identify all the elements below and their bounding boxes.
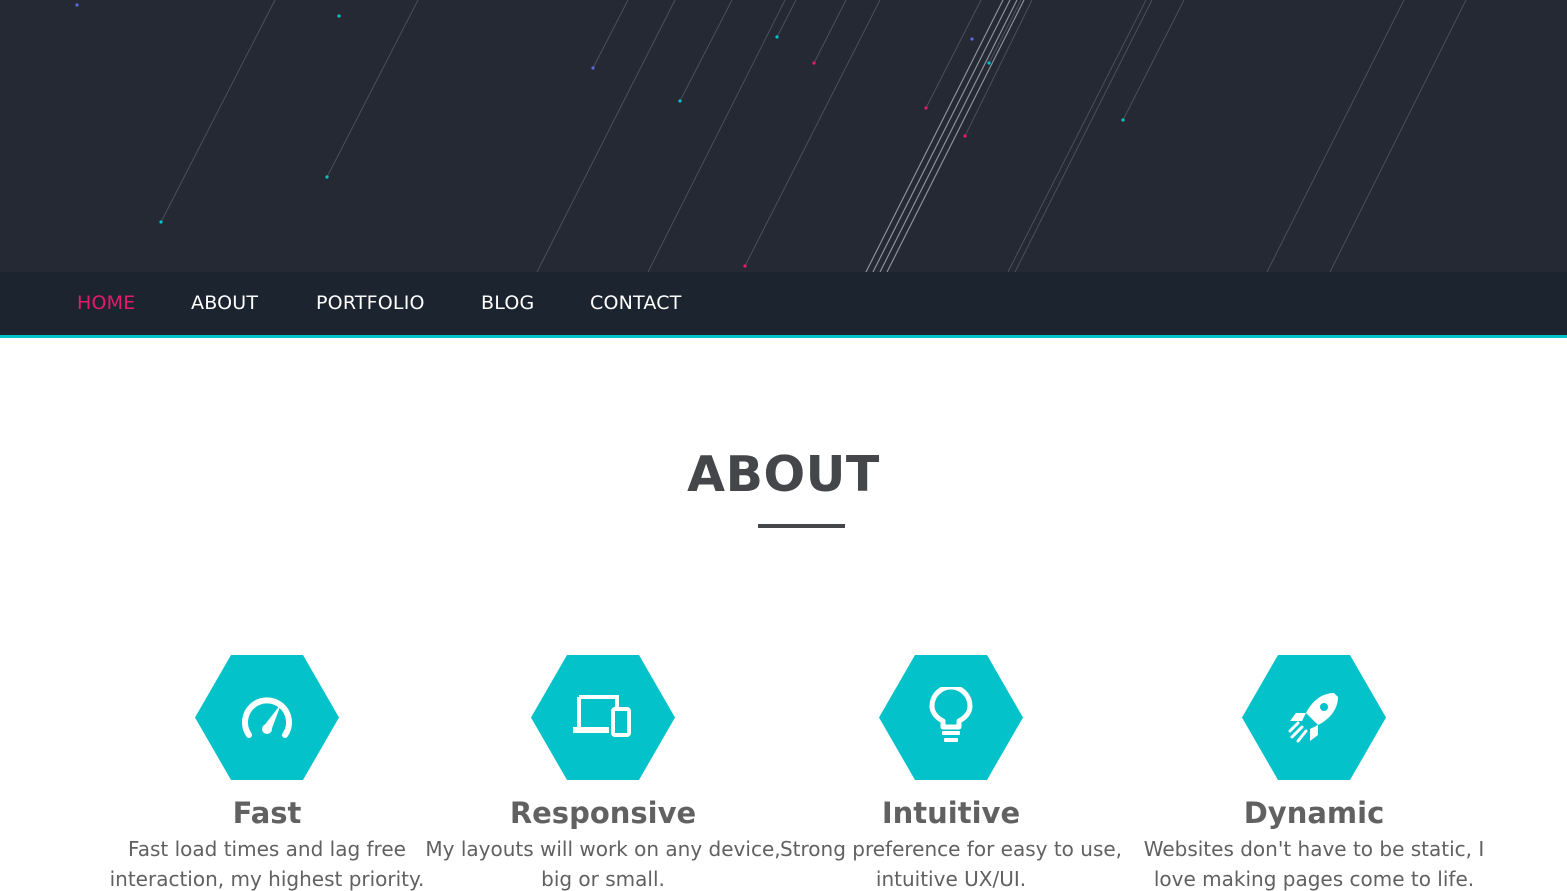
feature-title: Fast: [232, 796, 302, 830]
hexagon-badge: [195, 655, 339, 780]
rocket-icon: [1288, 693, 1338, 743]
feature-card-intuitive: Intuitive Strong preference for easy to …: [771, 655, 1131, 891]
feature-title: Responsive: [509, 796, 697, 830]
feature-description: Websites don't have to be static, I love…: [1143, 837, 1485, 891]
speedometer-icon: [242, 697, 292, 738]
hexagon-badge: [531, 655, 675, 780]
feature-description: Strong preference for easy to use, intui…: [779, 837, 1123, 891]
nav-item-home[interactable]: HOME: [77, 272, 135, 335]
feature-card-responsive: Responsive My layouts will work on any d…: [423, 655, 783, 891]
feature-card-dynamic: Dynamic Websites don't have to be static…: [1134, 655, 1494, 891]
hexagon-badge: [879, 655, 1023, 780]
lightbulb-icon: [929, 687, 973, 742]
navbar-accent-border: [0, 335, 1567, 338]
main-navbar: HOME ABOUT PORTFOLIO BLOG CONTACT: [0, 272, 1567, 335]
about-section-title: ABOUT: [687, 446, 880, 503]
hero-banner: [0, 0, 1567, 272]
nav-item-portfolio[interactable]: PORTFOLIO: [316, 272, 425, 335]
devices-icon: [573, 695, 631, 737]
nav-item-blog[interactable]: BLOG: [481, 272, 534, 335]
feature-card-fast: Fast Fast load times and lag free intera…: [87, 655, 447, 891]
nav-item-about[interactable]: ABOUT: [191, 272, 258, 335]
hexagon-badge: [1242, 655, 1386, 780]
title-underline: [758, 524, 845, 528]
nav-item-contact[interactable]: CONTACT: [590, 272, 682, 335]
feature-description: Fast load times and lag free interaction…: [109, 837, 425, 891]
feature-title: Dynamic: [1243, 796, 1385, 830]
hero-streaks-background: [75, 0, 1467, 272]
feature-title: Intuitive: [881, 796, 1021, 830]
feature-description: My layouts will work on any device, big …: [425, 837, 781, 891]
